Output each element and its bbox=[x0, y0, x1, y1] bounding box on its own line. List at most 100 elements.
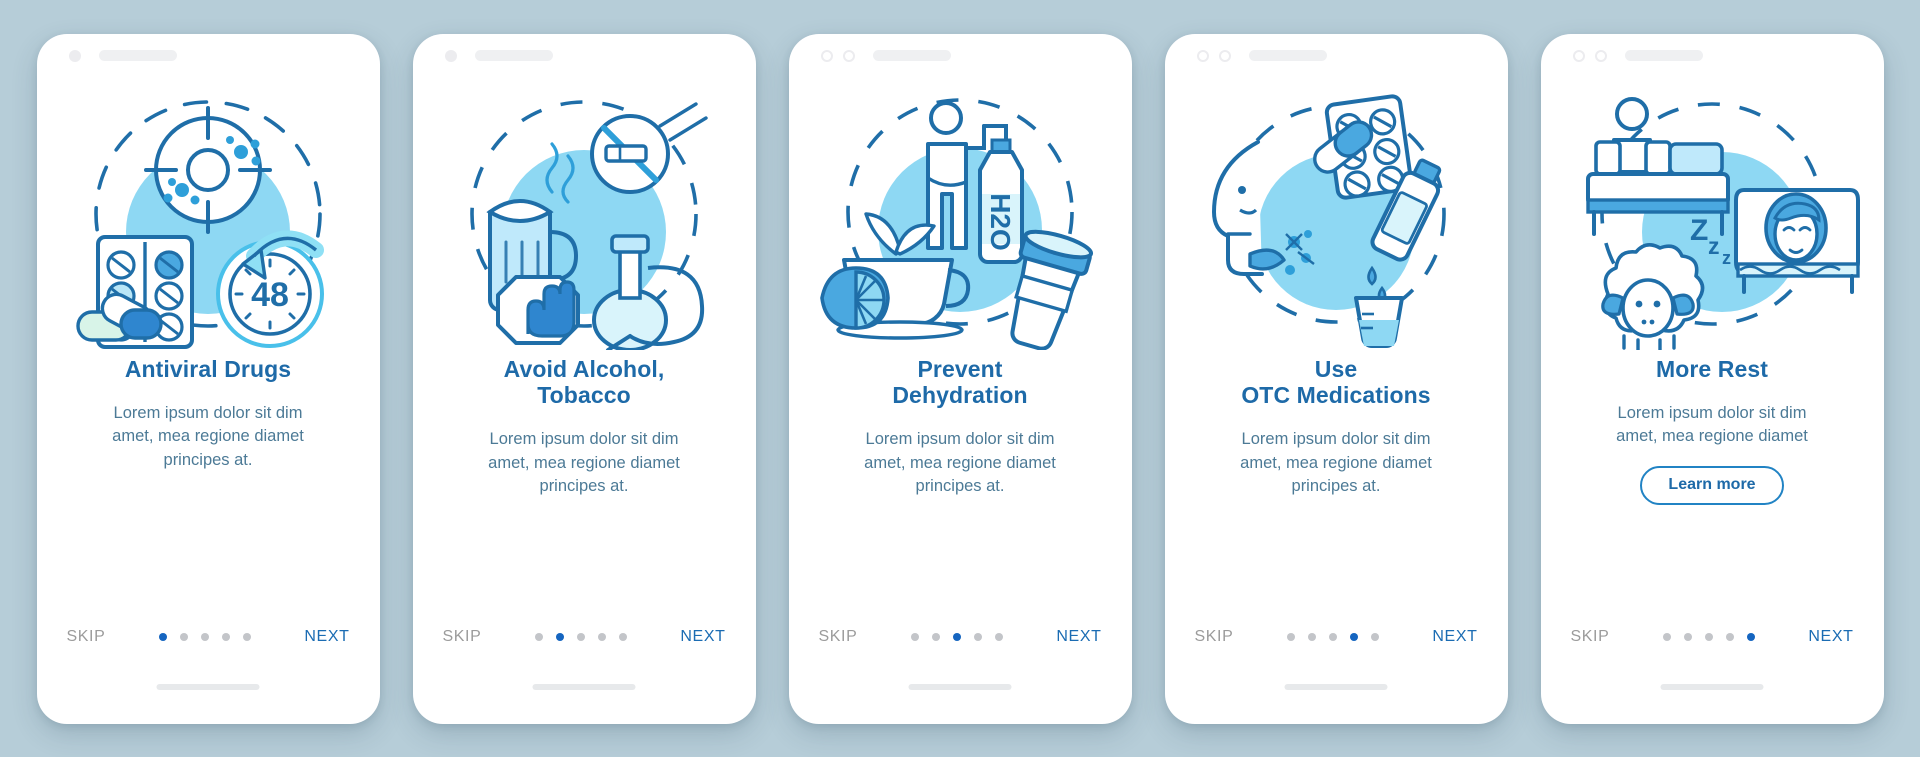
camera-ring-icon bbox=[842, 49, 855, 62]
skip-button[interactable]: SKIP bbox=[819, 628, 858, 646]
card-body: Lorem ipsum dolor sit dim amet, mea regi… bbox=[1616, 403, 1808, 446]
pagination-dot-5[interactable] bbox=[994, 632, 1003, 641]
card-title: Antiviral Drugs bbox=[124, 355, 292, 382]
speaker-bar-icon bbox=[474, 50, 553, 61]
pagination-dot-1[interactable] bbox=[534, 632, 543, 641]
skip-button[interactable]: SKIP bbox=[1195, 628, 1234, 646]
pagination-dots bbox=[1662, 632, 1755, 641]
home-indicator bbox=[1660, 683, 1764, 690]
card-body: Lorem ipsum dolor sit dim amet, mea regi… bbox=[864, 430, 1056, 496]
pagination-dots bbox=[1286, 632, 1379, 641]
pagination-dot-2[interactable] bbox=[931, 632, 940, 641]
next-button[interactable]: NEXT bbox=[304, 628, 349, 646]
antiviral-drugs-illustration: 48 bbox=[76, 99, 324, 349]
pagination-dot-1[interactable] bbox=[1286, 632, 1295, 641]
speaker-bar-icon bbox=[98, 50, 177, 61]
text-block: Avoid Alcohol, Tobacco Lorem ipsum dolor… bbox=[439, 356, 729, 499]
speaker-bar-icon bbox=[872, 50, 951, 61]
avoid-alcohol-tobacco-illustration bbox=[470, 99, 708, 350]
camera-dot-icon bbox=[444, 49, 457, 62]
skip-button[interactable]: SKIP bbox=[1571, 628, 1610, 646]
status-bar bbox=[37, 34, 380, 78]
status-bar bbox=[413, 34, 756, 78]
next-button[interactable]: NEXT bbox=[1432, 628, 1477, 646]
pagination-dot-1[interactable] bbox=[158, 632, 167, 641]
pagination-dot-4[interactable] bbox=[597, 632, 606, 641]
next-button[interactable]: NEXT bbox=[680, 628, 725, 646]
pagination-dot-2[interactable] bbox=[1307, 632, 1316, 641]
onboarding-nav: SKIP NEXT bbox=[1165, 628, 1508, 646]
pagination-dot-4[interactable] bbox=[1725, 632, 1734, 641]
onboarding-nav: SKIP NEXT bbox=[789, 628, 1132, 646]
pagination-dot-4[interactable] bbox=[973, 632, 982, 641]
pagination-dot-3[interactable] bbox=[200, 632, 209, 641]
home-indicator bbox=[156, 683, 260, 690]
pagination-dot-5[interactable] bbox=[618, 632, 627, 641]
more-rest-illustration: Z z z bbox=[1586, 96, 1860, 350]
illustration-48-label: 48 bbox=[251, 276, 289, 314]
text-block: More Rest Lorem ipsum dolor sit dim amet… bbox=[1567, 356, 1857, 505]
pagination-dot-3[interactable] bbox=[1328, 632, 1337, 641]
card-body: Lorem ipsum dolor sit dim amet, mea regi… bbox=[112, 403, 304, 469]
camera-dot-icon bbox=[68, 49, 81, 62]
speaker-bar-icon bbox=[1248, 50, 1327, 61]
onboarding-nav: SKIP NEXT bbox=[37, 628, 380, 646]
onboarding-nav: SKIP NEXT bbox=[413, 628, 756, 646]
home-indicator bbox=[908, 683, 1012, 690]
text-block: Prevent Dehydration Lorem ipsum dolor si… bbox=[815, 356, 1105, 499]
svg-text:z: z bbox=[1708, 233, 1720, 259]
pagination-dot-1[interactable] bbox=[1662, 632, 1671, 641]
pagination-dot-5[interactable] bbox=[1370, 632, 1379, 641]
pagination-dot-1[interactable] bbox=[910, 632, 919, 641]
status-bar bbox=[1165, 34, 1508, 78]
next-button[interactable]: NEXT bbox=[1808, 628, 1853, 646]
card-body: Lorem ipsum dolor sit dim amet, mea regi… bbox=[1240, 430, 1432, 496]
skip-button[interactable]: SKIP bbox=[67, 628, 106, 646]
pagination-dots bbox=[534, 632, 627, 641]
text-block: Antiviral Drugs Lorem ipsum dolor sit di… bbox=[63, 356, 353, 473]
camera-ring-icon bbox=[1218, 49, 1231, 62]
svg-text:z: z bbox=[1722, 248, 1731, 268]
home-indicator bbox=[532, 683, 636, 690]
skip-button[interactable]: SKIP bbox=[443, 628, 482, 646]
pagination-dot-2[interactable] bbox=[555, 632, 564, 641]
speaker-bar-icon bbox=[1624, 50, 1703, 61]
learn-more-button[interactable]: Learn more bbox=[1640, 465, 1784, 505]
camera-ring-icon bbox=[1594, 49, 1607, 62]
onboarding-screen-2: Avoid Alcohol, Tobacco Lorem ipsum dolor… bbox=[412, 33, 756, 724]
pagination-dot-4[interactable] bbox=[1349, 632, 1358, 641]
illustration-zzz-label: Z bbox=[1690, 214, 1708, 247]
card-title: Avoid Alcohol, Tobacco bbox=[503, 355, 665, 408]
onboarding-screen-1: 48 Antiviral Drugs Lorem ipsum dolor sit… bbox=[36, 33, 380, 724]
camera-ring-icon bbox=[820, 49, 833, 62]
onboarding-nav: SKIP NEXT bbox=[1541, 628, 1884, 646]
card-title: More Rest bbox=[1655, 355, 1769, 382]
home-indicator bbox=[1284, 683, 1388, 690]
status-bar bbox=[789, 34, 1132, 78]
next-button[interactable]: NEXT bbox=[1056, 628, 1101, 646]
onboarding-screen-4: Use OTC Medications Lorem ipsum dolor si… bbox=[1164, 33, 1508, 724]
onboarding-screen-5: Z z z More Rest Lorem ipsum dolor sit di… bbox=[1540, 33, 1884, 724]
card-body: Lorem ipsum dolor sit dim amet, mea regi… bbox=[488, 430, 680, 496]
card-title: Use OTC Medications bbox=[1241, 355, 1431, 408]
onboarding-screens-stage: 48 Antiviral Drugs Lorem ipsum dolor sit… bbox=[0, 0, 1920, 757]
pagination-dot-3[interactable] bbox=[1704, 632, 1713, 641]
card-title: Prevent Dehydration bbox=[892, 355, 1028, 408]
status-bar bbox=[1541, 34, 1884, 78]
text-block: Use OTC Medications Lorem ipsum dolor si… bbox=[1191, 356, 1481, 499]
camera-ring-icon bbox=[1196, 49, 1209, 62]
otc-medications-illustration bbox=[1211, 93, 1446, 348]
pagination-dot-4[interactable] bbox=[221, 632, 230, 641]
pagination-dot-2[interactable] bbox=[1683, 632, 1692, 641]
pagination-dot-3[interactable] bbox=[952, 632, 961, 641]
pagination-dot-5[interactable] bbox=[242, 632, 251, 641]
prevent-dehydration-illustration: H2O bbox=[820, 97, 1094, 350]
pagination-dot-3[interactable] bbox=[576, 632, 585, 641]
pagination-dot-2[interactable] bbox=[179, 632, 188, 641]
onboarding-screen-3: H2O Prevent Dehydration Lorem ipsum dolo… bbox=[788, 33, 1132, 724]
pagination-dot-5[interactable] bbox=[1746, 632, 1755, 641]
camera-ring-icon bbox=[1572, 49, 1585, 62]
pagination-dots bbox=[158, 632, 251, 641]
pagination-dots bbox=[910, 632, 1003, 641]
illustration-h2o-label: H2O bbox=[985, 193, 1016, 251]
